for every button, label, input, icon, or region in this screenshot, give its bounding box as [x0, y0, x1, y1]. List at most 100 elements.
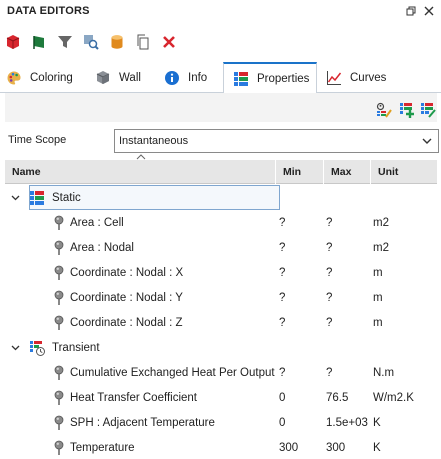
column-header-unit[interactable]: Unit: [371, 160, 437, 184]
property-max: 1.5e+03: [326, 416, 368, 429]
cube-icon[interactable]: [3, 32, 23, 52]
property-name: Coordinate : Nodal : Y: [70, 291, 183, 304]
property-pin-icon: [52, 215, 66, 231]
property-name: Area : Nodal: [70, 241, 134, 254]
property-unit: W/m2.K: [373, 391, 414, 404]
property-max: ?: [326, 266, 333, 279]
import-properties-icon[interactable]: [420, 102, 436, 118]
restore-window-icon[interactable]: [403, 3, 419, 19]
table-row[interactable]: SPH : Adjacent Temperature 0 1.5e+03 K: [5, 410, 437, 435]
property-unit: m: [373, 266, 383, 279]
property-unit: m: [373, 291, 383, 304]
table-row[interactable]: Coordinate : Nodal : Z?? m: [5, 310, 437, 335]
property-max: ?: [326, 241, 333, 254]
tab-wall[interactable]: Wall: [95, 62, 141, 93]
property-unit: K: [373, 416, 381, 429]
time-scope-value: Instantaneous: [119, 135, 189, 147]
tab-properties[interactable]: Properties: [223, 62, 317, 94]
static-group-icon: [29, 190, 45, 206]
table-row[interactable]: Cumulative Exchanged Heat Per Output?? N.…: [5, 360, 437, 385]
table-row[interactable]: Coordinate : Nodal : Y?? m: [5, 285, 437, 310]
property-pin-icon: [52, 290, 66, 306]
property-min: 300: [279, 441, 299, 454]
tab-coloring[interactable]: Coloring: [6, 62, 73, 93]
title-bar: Data Editors: [0, 0, 441, 24]
property-min: ?: [279, 216, 286, 229]
copy-icon[interactable]: [133, 32, 153, 52]
property-max: 76.5: [326, 391, 349, 404]
property-pin-icon: [52, 265, 66, 281]
property-unit: N.m: [373, 366, 395, 379]
delete-icon[interactable]: [159, 32, 179, 52]
property-min: 0: [279, 391, 286, 404]
tab-info[interactable]: Info: [164, 62, 207, 93]
table-row[interactable]: Heat Transfer Coefficient 0 76.5 W/m2.K: [5, 385, 437, 410]
expand-chevron-icon[interactable]: [8, 185, 22, 210]
table-row[interactable]: Coordinate : Nodal : X?? m: [5, 260, 437, 285]
tab-label: Info: [188, 71, 208, 84]
property-max: ?: [326, 316, 333, 329]
property-min: 0: [279, 416, 286, 429]
table-row[interactable]: Area : Nodal?? m2: [5, 235, 437, 260]
column-header-min[interactable]: Min: [276, 160, 324, 184]
curves-icon: [326, 70, 342, 86]
properties-icon: [233, 71, 249, 87]
property-min: ?: [279, 366, 286, 379]
property-min: ?: [279, 241, 286, 254]
time-scope-label: Time Scope: [8, 134, 67, 146]
property-unit: m2: [373, 216, 389, 229]
group-label: Transient: [52, 341, 100, 354]
tab-label: Curves: [350, 71, 387, 84]
property-min: ?: [279, 266, 286, 279]
column-header-max[interactable]: Max: [324, 160, 371, 184]
find-icon[interactable]: [81, 32, 101, 52]
property-pin-icon: [52, 440, 66, 456]
table-row[interactable]: Area : Cell?? m2: [5, 210, 437, 235]
property-min: ?: [279, 291, 286, 304]
property-name: Coordinate : Nodal : X: [70, 266, 184, 279]
property-name: Heat Transfer Coefficient: [70, 391, 197, 404]
properties-toolbar: [5, 93, 437, 122]
table-header: Name Min Max Unit: [5, 160, 437, 184]
chevron-down-icon: [420, 134, 434, 148]
palette-icon: [6, 70, 22, 86]
editor-tabs: Coloring Wall Info Properties Curves: [0, 62, 441, 94]
info-icon: [164, 70, 180, 86]
property-unit: m: [373, 316, 383, 329]
property-name: SPH : Adjacent Temperature: [70, 416, 215, 429]
database-icon[interactable]: [107, 32, 127, 52]
column-header-name[interactable]: Name: [5, 160, 276, 184]
property-max: ?: [326, 291, 333, 304]
property-pin-icon: [52, 365, 66, 381]
edit-properties-icon[interactable]: [376, 102, 392, 118]
property-unit: m2: [373, 241, 389, 254]
property-max: ?: [326, 366, 333, 379]
expand-chevron-icon[interactable]: [8, 335, 22, 360]
group-label: Static: [52, 191, 81, 204]
tab-label: Properties: [257, 72, 310, 85]
transient-group-icon: [29, 340, 45, 356]
tab-label: Coloring: [30, 71, 73, 84]
table-row[interactable]: Temperature 300 300 K: [5, 435, 437, 459]
property-pin-icon: [52, 315, 66, 331]
property-pin-icon: [52, 415, 66, 431]
property-unit: K: [373, 441, 381, 454]
group-row[interactable]: Transient: [5, 335, 437, 360]
wall-icon: [95, 70, 111, 86]
property-name: Temperature: [70, 441, 135, 454]
group-row[interactable]: Static: [5, 185, 437, 210]
property-pin-icon: [52, 240, 66, 256]
time-scope-dropdown[interactable]: Instantaneous: [114, 129, 439, 153]
close-icon[interactable]: [421, 3, 437, 19]
property-max: ?: [326, 216, 333, 229]
filter-icon[interactable]: [55, 32, 75, 52]
add-property-icon[interactable]: [399, 102, 415, 118]
tab-curves[interactable]: Curves: [326, 62, 386, 93]
property-min: ?: [279, 316, 286, 329]
property-name: Cumulative Exchanged Heat Per Output: [70, 366, 275, 379]
tab-label: Wall: [119, 71, 141, 84]
panel-title: Data Editors: [7, 5, 90, 17]
property-name: Area : Cell: [70, 216, 124, 229]
flag-icon[interactable]: [29, 32, 49, 52]
property-max: 300: [326, 441, 346, 454]
